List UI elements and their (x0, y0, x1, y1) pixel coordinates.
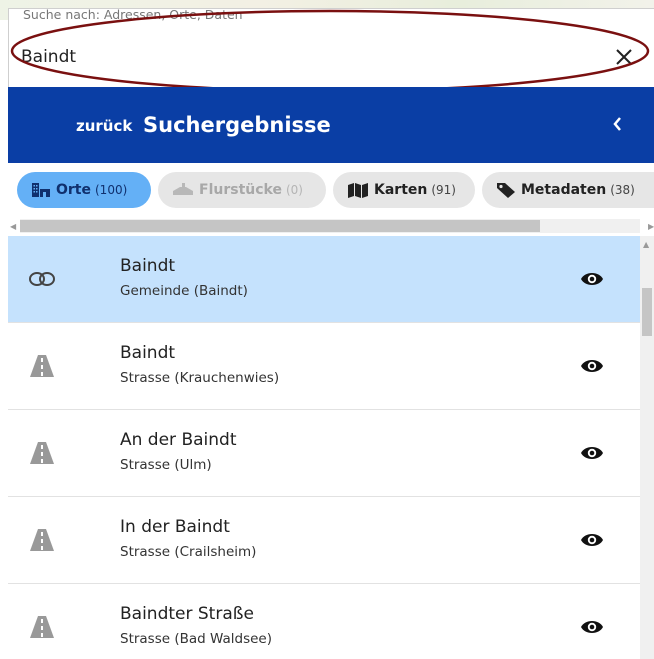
close-icon[interactable] (609, 42, 639, 72)
road-icon (28, 440, 56, 466)
scroll-right-icon[interactable]: ▶ (648, 222, 654, 231)
result-title: An der Baindt (120, 430, 237, 450)
list-item[interactable]: In der Baindt Strasse (Crailsheim) (8, 497, 640, 584)
vertical-scrollbar[interactable]: ▲ (640, 236, 654, 659)
map-icon (348, 183, 368, 198)
results-list: Baindt Gemeinde (Baindt) Baindt Strasse (Kr… (8, 236, 640, 659)
result-subtitle: Strasse (Crailsheim) (120, 544, 257, 560)
list-item[interactable]: Baindter Straße Strasse (Bad Waldsee) (8, 584, 640, 659)
tab-label: Karten (374, 182, 428, 198)
building-icon (32, 183, 50, 197)
parcel-icon (173, 183, 193, 195)
road-icon (28, 527, 56, 553)
tab-count: (0) (285, 183, 303, 197)
eye-icon[interactable] (580, 529, 604, 551)
result-subtitle: Strasse (Bad Waldsee) (120, 631, 273, 647)
results-header: zurück Suchergebnisse (8, 87, 654, 163)
tab-label: Metadaten (521, 182, 607, 198)
municipality-icon (28, 266, 56, 292)
scroll-thumb[interactable] (20, 220, 540, 232)
result-subtitle: Strasse (Ulm) (120, 457, 212, 473)
eye-icon[interactable] (580, 616, 604, 638)
scroll-thumb[interactable] (642, 288, 652, 336)
back-link[interactable]: zurück (76, 117, 132, 135)
tab-metadaten[interactable]: Metadaten (38) (482, 172, 654, 208)
tab-karten[interactable]: Karten (91) (333, 172, 475, 208)
scroll-left-icon[interactable]: ◀ (10, 222, 16, 231)
eye-icon[interactable] (580, 355, 604, 377)
search-label: Suche nach: Adressen, Orte, Daten (21, 7, 245, 22)
tab-orte[interactable]: Orte (100) (17, 172, 151, 208)
search-input[interactable] (19, 46, 583, 68)
tab-count: (91) (431, 183, 456, 197)
search-box[interactable]: Suche nach: Adressen, Orte, Daten (8, 7, 654, 87)
result-subtitle: Strasse (Krauchenwies) (120, 370, 280, 386)
result-title: Baindt (120, 256, 176, 276)
horizontal-scrollbar[interactable]: ◀ ▶ (8, 219, 654, 233)
tab-label: Flurstücke (199, 182, 282, 198)
list-item[interactable]: Baindt Gemeinde (Baindt) (8, 236, 640, 323)
tab-count: (100) (95, 183, 128, 197)
chevron-left-icon[interactable] (606, 112, 630, 136)
page-title: Suchergebnisse (143, 113, 331, 137)
tab-label: Orte (56, 182, 91, 198)
scroll-up-icon[interactable]: ▲ (643, 240, 649, 249)
road-icon (28, 353, 56, 379)
list-item[interactable]: An der Baindt Strasse (Ulm) (8, 410, 640, 497)
eye-icon[interactable] (580, 442, 604, 464)
result-title: In der Baindt (120, 517, 230, 537)
category-tabs: Orte (100) Flurstücke (0) Karten (91) Me… (0, 172, 654, 210)
result-subtitle: Gemeinde (Baindt) (120, 283, 248, 299)
result-title: Baindt (120, 343, 176, 363)
tab-count: (38) (610, 183, 635, 197)
eye-icon[interactable] (580, 268, 604, 290)
road-icon (28, 614, 56, 640)
result-title: Baindter Straße (120, 604, 254, 624)
tag-icon (497, 183, 515, 198)
tab-flurstuecke[interactable]: Flurstücke (0) (158, 172, 326, 208)
list-item[interactable]: Baindt Strasse (Krauchenwies) (8, 323, 640, 410)
